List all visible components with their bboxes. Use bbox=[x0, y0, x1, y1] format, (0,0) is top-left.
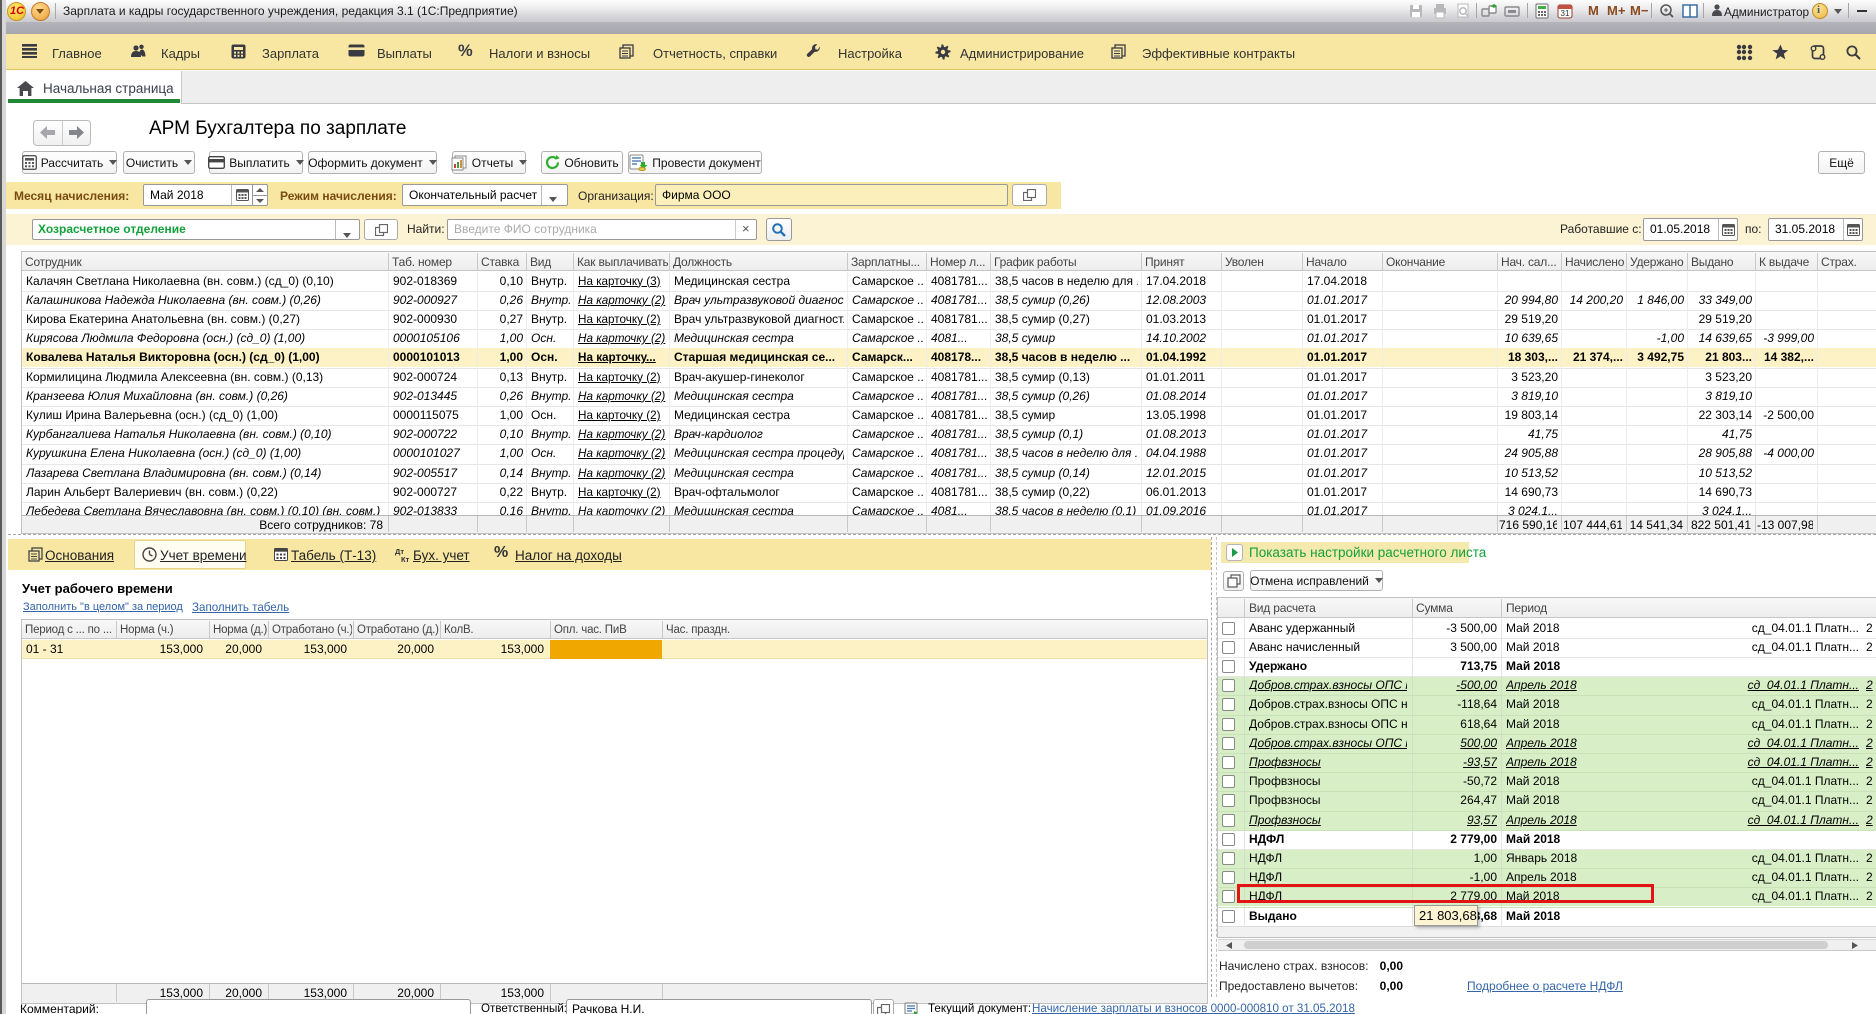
svg-text:31: 31 bbox=[1561, 9, 1570, 18]
svg-text:Кт: Кт bbox=[401, 555, 410, 563]
